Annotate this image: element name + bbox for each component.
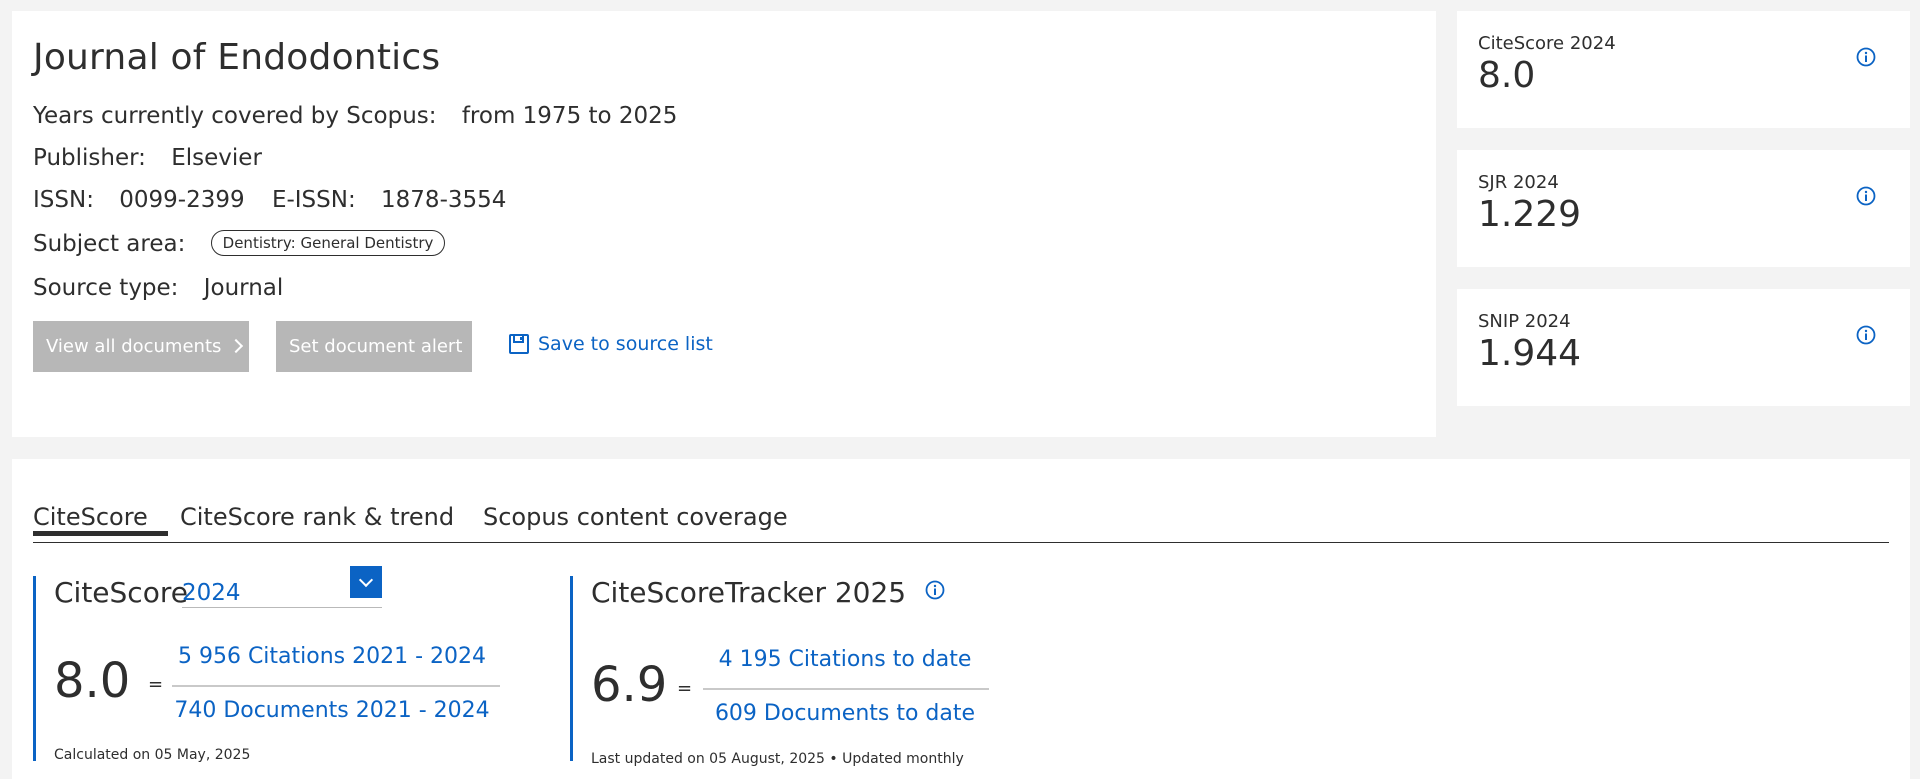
citescore-panel-title: CiteScore [54, 576, 188, 609]
sjr-metric-value: 1.229 [1478, 194, 1582, 235]
save-to-source-list-label: Save to source list [538, 333, 713, 355]
fraction-line [703, 688, 989, 690]
years-covered-value: from 1975 to 2025 [461, 103, 678, 129]
issn-row: ISSN: 0099-2399 E-ISSN: 1878-3554 [33, 187, 526, 213]
sjr-metric-card: SJR 2024 1.229 [1457, 150, 1910, 267]
publisher-value: Elsevier [171, 145, 262, 171]
citescore-calculated-note: Calculated on 05 May, 2025 [54, 747, 251, 763]
info-icon[interactable] [925, 580, 945, 600]
eissn-value: 1878-3554 [381, 187, 507, 213]
tab-bar: CiteScore CiteScore rank & trend Scopus … [33, 481, 1889, 543]
years-covered-row: Years currently covered by Scopus: from … [33, 103, 697, 129]
eissn-label: E-ISSN: [271, 187, 356, 213]
citescore-metric-label: CiteScore 2024 [1478, 33, 1616, 54]
subject-area-row: Subject area: Dentistry: General Dentist… [33, 230, 446, 257]
tracker-updated-note: Last updated on 05 August, 2025 • Update… [591, 751, 964, 767]
snip-metric-value: 1.944 [1478, 333, 1582, 374]
source-type-label: Source type: [33, 275, 179, 301]
years-covered-label: Years currently covered by Scopus: [33, 103, 437, 129]
info-icon[interactable] [1856, 47, 1876, 67]
citescore-metric-value: 8.0 [1478, 55, 1536, 96]
equals-sign: = [677, 678, 693, 699]
equals-sign: = [148, 674, 164, 695]
subject-area-chip[interactable]: Dentistry: General Dentistry [210, 230, 446, 256]
snip-metric-label: SNIP 2024 [1478, 311, 1571, 332]
info-icon[interactable] [1856, 186, 1876, 206]
citescore-year-value: 2024 [182, 580, 241, 606]
citescore-panel: CiteScore 2024 8.0 = 5 956 Citations 202… [33, 566, 533, 763]
issn-label: ISSN: [33, 187, 94, 213]
chevron-down-icon[interactable] [350, 566, 382, 598]
view-all-documents-label: View all documents [46, 336, 222, 357]
tab-citescore-rank-trend[interactable]: CiteScore rank & trend [180, 481, 454, 531]
fraction-line [172, 685, 500, 687]
citescore-tracker-value: 6.9 [591, 657, 668, 713]
save-to-source-list-link[interactable]: Save to source list [508, 333, 713, 355]
source-type-value: Journal [203, 275, 284, 301]
metrics-detail-card: CiteScore CiteScore rank & trend Scopus … [12, 459, 1910, 779]
info-icon[interactable] [1856, 325, 1876, 345]
set-document-alert-label: Set document alert [289, 336, 463, 357]
citescore-tracker-title: CiteScoreTracker 2025 [591, 576, 945, 609]
publisher-row: Publisher: Elsevier [33, 145, 282, 171]
source-info-card: Journal of Endodontics Years currently c… [12, 11, 1436, 437]
issn-value: 0099-2399 [119, 187, 245, 213]
chevron-right-icon [229, 338, 244, 354]
citescore-tracker-panel: CiteScoreTracker 2025 6.9 = 4 195 Citati… [570, 576, 1170, 767]
citescore-citations-link[interactable]: 5 956 Citations 2021 - 2024 [172, 644, 492, 669]
tab-scopus-content-coverage[interactable]: Scopus content coverage [483, 481, 788, 531]
save-icon [509, 334, 529, 354]
source-type-row: Source type: Journal [33, 275, 303, 301]
citescore-tracker-title-text: CiteScoreTracker 2025 [591, 576, 907, 609]
citescore-value: 8.0 [54, 653, 131, 709]
set-document-alert-button[interactable]: Set document alert [276, 321, 472, 372]
sjr-metric-label: SJR 2024 [1478, 172, 1559, 193]
citescore-metric-card: CiteScore 2024 8.0 [1457, 11, 1910, 128]
tracker-citations-link[interactable]: 4 195 Citations to date [703, 647, 987, 672]
tab-citescore[interactable]: CiteScore [33, 481, 168, 536]
journal-title: Journal of Endodontics [33, 37, 441, 78]
citescore-documents-link[interactable]: 740 Documents 2021 - 2024 [172, 698, 492, 723]
view-all-documents-button[interactable]: View all documents [33, 321, 249, 372]
snip-metric-card: SNIP 2024 1.944 [1457, 289, 1910, 406]
tracker-documents-link[interactable]: 609 Documents to date [703, 701, 987, 726]
publisher-label: Publisher: [33, 145, 146, 171]
citescore-year-select[interactable]: 2024 [182, 566, 382, 608]
subject-area-label: Subject area: [33, 231, 186, 257]
